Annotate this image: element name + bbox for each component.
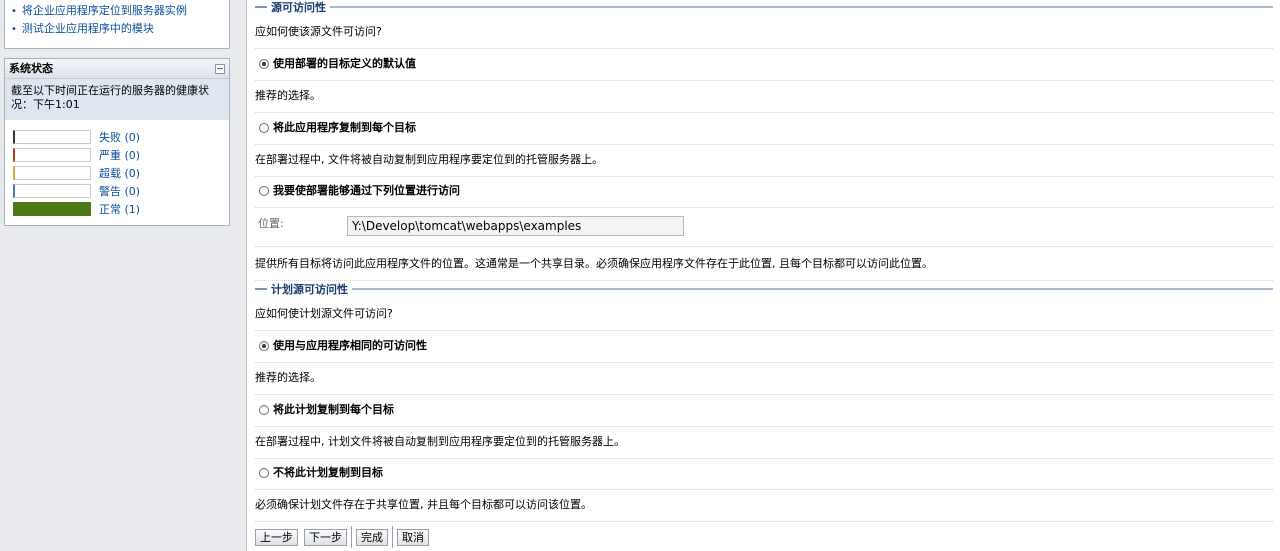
plan-option-copy[interactable]: 将此计划复制到每个目标 bbox=[255, 394, 1273, 427]
button-separator bbox=[351, 526, 352, 548]
source-question: 应如何使该源文件可访问? bbox=[255, 16, 1273, 49]
source-option-location[interactable]: 我要使部署能够通过下列位置进行访问 bbox=[255, 175, 1273, 208]
bullet-icon: • bbox=[11, 6, 17, 17]
radio-icon[interactable] bbox=[259, 468, 269, 478]
section-title: 计划源可访问性 bbox=[271, 283, 348, 296]
source-option-default-desc: 推荐的选择。 bbox=[255, 80, 1273, 113]
source-option-copy-desc: 在部署过程中, 文件将被自动复制到应用程序要定位到的托管服务器上。 bbox=[255, 144, 1273, 177]
health-bar-critical bbox=[13, 148, 91, 162]
radio-selected-icon[interactable] bbox=[259, 341, 269, 351]
collapse-icon[interactable] bbox=[215, 64, 225, 74]
help-link[interactable]: • 将企业应用程序定位到服务器实例 bbox=[11, 2, 229, 20]
plan-option-same-desc: 推荐的选择。 bbox=[255, 362, 1273, 395]
health-link-critical[interactable]: 严重 (0) bbox=[99, 147, 140, 163]
health-link-overloaded[interactable]: 超载 (0) bbox=[99, 165, 140, 181]
bullet-icon: • bbox=[11, 24, 17, 35]
location-input[interactable] bbox=[347, 216, 684, 236]
section-title: 源可访问性 bbox=[271, 1, 326, 14]
health-bar-failed bbox=[13, 130, 91, 144]
health-row-warning: 警告 (0) bbox=[13, 182, 229, 200]
system-status-header: 系统状态 bbox=[5, 59, 229, 79]
source-option-default[interactable]: 使用部署的目标定义的默认值 bbox=[255, 48, 1273, 81]
health-link-failed[interactable]: 失败 (0) bbox=[99, 129, 140, 145]
column-divider bbox=[246, 0, 247, 551]
health-link-warning[interactable]: 警告 (0) bbox=[99, 183, 140, 199]
help-links-box: • 将企业应用程序定位到服务器实例 • 测试企业应用程序中的模块 bbox=[4, 0, 230, 49]
radio-icon[interactable] bbox=[259, 405, 269, 415]
health-list: 失败 (0) 严重 (0) 超载 (0) 警告 (0) 正常 (1) bbox=[5, 128, 229, 218]
health-link-ok[interactable]: 正常 (1) bbox=[99, 201, 140, 217]
option-label: 使用部署的目标定义的默认值 bbox=[273, 57, 416, 70]
location-label: 位置: bbox=[258, 217, 284, 230]
help-link[interactable]: • 测试企业应用程序中的模块 bbox=[11, 20, 229, 38]
radio-selected-icon[interactable] bbox=[259, 59, 269, 69]
source-option-copy[interactable]: 将此应用程序复制到每个目标 bbox=[255, 112, 1273, 145]
option-label: 将此应用程序复制到每个目标 bbox=[273, 121, 416, 134]
health-bar-warning bbox=[13, 184, 91, 198]
plan-option-nocopy-desc: 必须确保计划文件存在于共享位置, 并且每个目标都可以访问该位置。 bbox=[255, 489, 1273, 522]
section-source-accessibility: 源可访问性 bbox=[255, 0, 1273, 14]
cancel-button[interactable]: 取消 bbox=[397, 528, 429, 546]
health-row-critical: 严重 (0) bbox=[13, 146, 229, 164]
option-label: 我要使部署能够通过下列位置进行访问 bbox=[273, 184, 460, 197]
health-bar-overloaded bbox=[13, 166, 91, 180]
system-status-panel: 系统状态 截至以下时间正在运行的服务器的健康状况：下午1:01 失败 (0) 严… bbox=[4, 58, 230, 226]
wizard-button-bar: 上一步 下一步 完成 取消 bbox=[255, 526, 435, 548]
back-button[interactable]: 上一步 bbox=[255, 528, 298, 546]
radio-icon[interactable] bbox=[259, 186, 269, 196]
plan-question: 应如何使计划源文件可访问? bbox=[255, 298, 1273, 331]
plan-option-nocopy[interactable]: 不将此计划复制到目标 bbox=[255, 457, 1273, 490]
radio-icon[interactable] bbox=[259, 123, 269, 133]
plan-option-same[interactable]: 使用与应用程序相同的可访问性 bbox=[255, 330, 1273, 363]
health-row-ok: 正常 (1) bbox=[13, 200, 229, 218]
health-bar-ok bbox=[13, 202, 91, 216]
location-desc: 提供所有目标将访问此应用程序文件的位置。这通常是一个共享目录。必须确保应用程序文… bbox=[255, 248, 1273, 281]
system-status-title: 系统状态 bbox=[9, 62, 53, 75]
option-label: 将此计划复制到每个目标 bbox=[273, 403, 394, 416]
main-content: 源可访问性 应如何使该源文件可访问? 使用部署的目标定义的默认值 推荐的选择。 … bbox=[255, 0, 1273, 551]
option-label: 使用与应用程序相同的可访问性 bbox=[273, 339, 427, 352]
left-panel: • 将企业应用程序定位到服务器实例 • 测试企业应用程序中的模块 系统状态 截至以下… bbox=[0, 0, 246, 551]
button-separator bbox=[392, 526, 393, 548]
next-button[interactable]: 下一步 bbox=[304, 528, 347, 546]
finish-button[interactable]: 完成 bbox=[356, 528, 388, 546]
option-label: 不将此计划复制到目标 bbox=[273, 466, 383, 479]
section-plan-accessibility: 计划源可访问性 bbox=[255, 282, 1273, 296]
health-row-failed: 失败 (0) bbox=[13, 128, 229, 146]
system-status-description: 截至以下时间正在运行的服务器的健康状况：下午1:01 bbox=[5, 79, 229, 120]
plan-option-copy-desc: 在部署过程中, 计划文件将被自动复制到应用程序要定位到的托管服务器上。 bbox=[255, 426, 1273, 459]
health-row-overloaded: 超载 (0) bbox=[13, 164, 229, 182]
